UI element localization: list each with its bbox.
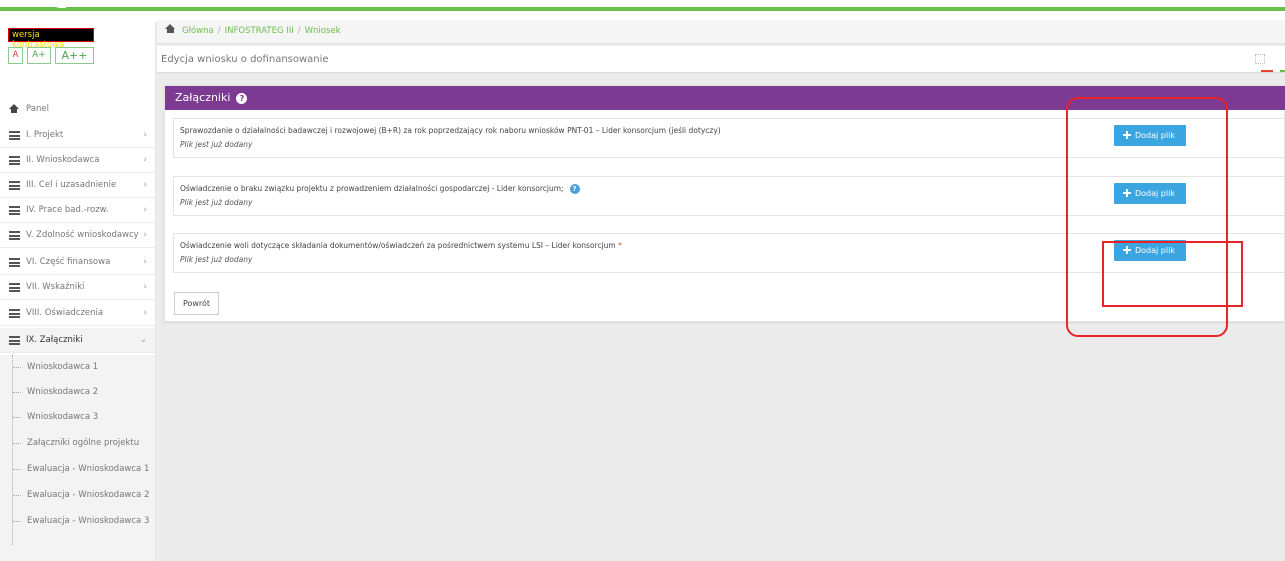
breadcrumb-home-link[interactable]: Główna xyxy=(182,26,214,36)
breadcrumb-program-link[interactable]: INFOSTRATEG III xyxy=(225,26,294,36)
submenu-item[interactable]: Wnioskodawca 3 xyxy=(0,405,155,430)
sidebar-item-label: III. Cel i uzasadnienie xyxy=(26,180,117,190)
sidebar-item-label: VI. Część finansowa xyxy=(26,257,111,267)
breadcrumb: Główna / INFOSTRATEG III / Wniosek xyxy=(157,20,1285,44)
sidebar: wersja kontrastowa A A+ A++ Panel I. Pro… xyxy=(0,22,156,561)
submenu-item[interactable]: Ewaluacja - Wnioskodawca 2 xyxy=(0,483,155,508)
chevron-right-icon: › xyxy=(143,282,147,292)
top-green-stripe xyxy=(0,7,1285,11)
chevron-right-icon: › xyxy=(143,155,147,165)
sidebar-item-label: IV. Prace bad.-rozw. xyxy=(26,205,109,215)
submenu-item[interactable]: Wnioskodawca 1 xyxy=(0,355,155,380)
panel-title: Załączniki xyxy=(175,91,231,104)
chevron-right-icon: › xyxy=(143,230,147,240)
list-icon xyxy=(9,336,20,345)
help-icon[interactable]: ? xyxy=(569,184,580,194)
help-icon[interactable]: ? xyxy=(236,93,248,104)
sidebar-item-oswiadczenia[interactable]: VIII. Oświadczenia › xyxy=(0,301,155,326)
sidebar-item-label: II. Wnioskodawca xyxy=(26,155,100,165)
page-header: Edycja wniosku o dofinansowanie xyxy=(157,46,1285,73)
sidebar-item-panel[interactable]: Panel xyxy=(0,97,155,122)
submenu-item[interactable]: Wnioskodawca 2 xyxy=(0,380,155,405)
list-icon xyxy=(9,231,20,240)
submenu-item[interactable]: Załączniki ogólne projektu xyxy=(0,431,155,456)
sidebar-item-cel[interactable]: III. Cel i uzasadnienie › xyxy=(0,173,155,198)
contrast-toggle-button[interactable]: wersja kontrastowa xyxy=(8,28,94,50)
chevron-down-icon: ⌄ xyxy=(139,335,147,345)
chevron-right-icon: › xyxy=(143,180,147,190)
font-size-normal-button[interactable]: A xyxy=(8,47,23,64)
sidebar-item-prace[interactable]: IV. Prace bad.-rozw. › xyxy=(0,198,155,223)
chevron-right-icon: › xyxy=(143,257,147,267)
submenu-item[interactable]: Ewaluacja - Wnioskodawca 3 xyxy=(0,509,155,534)
top-bar xyxy=(0,0,1285,22)
font-size-xlarge-button[interactable]: A++ xyxy=(55,47,94,64)
list-icon xyxy=(9,309,20,318)
font-size-large-button[interactable]: A+ xyxy=(27,47,51,64)
annotation-rectangle xyxy=(1102,241,1243,307)
list-icon xyxy=(9,206,20,215)
list-icon xyxy=(9,131,20,140)
list-icon xyxy=(9,181,20,190)
back-button[interactable]: Powrót xyxy=(174,292,219,315)
sidebar-submenu: Wnioskodawca 1 Wnioskodawca 2 Wnioskodaw… xyxy=(0,355,155,561)
sidebar-item-finanse[interactable]: VI. Część finansowa › xyxy=(0,250,155,275)
attachment-status: Plik jest już dodany xyxy=(180,198,253,207)
attachment-title: Oświadczenie woli dotyczące składania do… xyxy=(180,241,622,250)
attachment-status: Plik jest już dodany xyxy=(180,255,253,264)
sidebar-item-label: VII. Wskaźniki xyxy=(26,282,85,292)
sidebar-item-projekt[interactable]: I. Projekt › xyxy=(0,123,155,148)
breadcrumb-application-link[interactable]: Wniosek xyxy=(305,26,341,36)
home-icon[interactable] xyxy=(165,24,176,34)
chevron-right-icon: › xyxy=(143,205,147,215)
list-icon xyxy=(9,258,20,267)
page-title: Edycja wniosku o dofinansowanie xyxy=(161,54,329,65)
home-icon xyxy=(9,104,19,114)
submenu-item[interactable]: Ewaluacja - Wnioskodawca 1 xyxy=(0,457,155,482)
sidebar-item-wnioskodawca[interactable]: II. Wnioskodawca › xyxy=(0,148,155,173)
sidebar-item-wskazniki[interactable]: VII. Wskaźniki › xyxy=(0,275,155,300)
attachment-title: Oświadczenie o braku związku projektu z … xyxy=(180,184,580,194)
attachment-title: Sprawozdanie o działalności badawczej i … xyxy=(180,126,721,135)
sidebar-item-zalaczniki[interactable]: IX. Załączniki ⌄ xyxy=(0,328,155,353)
chevron-right-icon: › xyxy=(143,130,147,140)
chevron-right-icon: › xyxy=(143,308,147,318)
list-icon xyxy=(9,156,20,165)
sidebar-item-label: I. Projekt xyxy=(26,130,64,140)
sidebar-item-label: VIII. Oświadczenia xyxy=(26,308,104,318)
sidebar-item-label: Panel xyxy=(26,104,49,114)
attachment-status: Plik jest już dodany xyxy=(180,140,253,149)
sidebar-item-label: IX. Załączniki xyxy=(26,335,83,345)
list-icon xyxy=(9,283,20,292)
expand-icon[interactable] xyxy=(1255,54,1265,64)
required-mark: * xyxy=(618,241,622,250)
sidebar-item-label: V. Zdolność wnioskodawcy xyxy=(26,230,139,240)
sidebar-item-zdolnosc[interactable]: V. Zdolność wnioskodawcy › xyxy=(0,223,155,248)
